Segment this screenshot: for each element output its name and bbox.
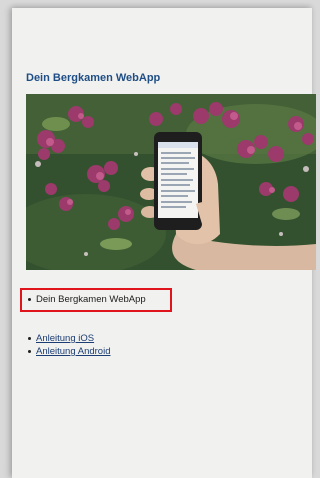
list-item: Dein Bergkamen WebApp bbox=[28, 294, 146, 306]
highlighted-item-text: Dein Bergkamen WebApp bbox=[36, 294, 146, 305]
page-title: Dein Bergkamen WebApp bbox=[26, 72, 161, 84]
bullet-icon bbox=[28, 297, 31, 301]
link-ios-guide[interactable]: Anleitung iOS bbox=[36, 333, 94, 344]
link-android-guide[interactable]: Anleitung Android bbox=[36, 346, 110, 357]
guide-links: Anleitung iOS Anleitung Android bbox=[28, 332, 110, 358]
list-item[interactable]: Anleitung iOS bbox=[28, 332, 110, 345]
document-page: Dein Bergkamen WebApp Dein Bergkamen Web… bbox=[12, 8, 316, 478]
highlighted-list: Dein Bergkamen WebApp bbox=[28, 294, 146, 306]
bullet-icon bbox=[28, 349, 31, 353]
hero-image bbox=[26, 94, 316, 270]
bullet-icon bbox=[28, 336, 31, 340]
list-item[interactable]: Anleitung Android bbox=[28, 345, 110, 358]
